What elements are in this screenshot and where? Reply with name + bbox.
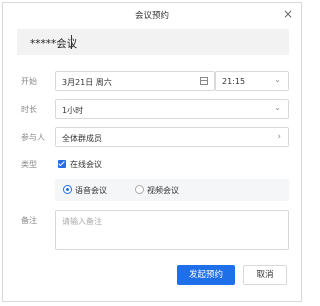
notes-placeholder: 请输入备注 — [62, 217, 102, 226]
duration-value: 1小时 — [62, 106, 84, 115]
meeting-mode-group: 语音会议 视频会议 — [55, 179, 289, 201]
participants-selector[interactable]: 全体群成员 › — [55, 127, 289, 147]
submit-booking-button[interactable]: 发起预约 — [177, 265, 235, 285]
voice-meeting-radio[interactable] — [63, 185, 72, 194]
online-meeting-checkbox[interactable] — [58, 160, 66, 168]
chevron-right-icon: › — [277, 132, 281, 142]
start-time-select[interactable]: 21:15 ⌄ — [215, 71, 289, 91]
start-date-picker[interactable]: 3月21日 周六 — [55, 71, 215, 91]
cancel-button[interactable]: 取消 — [243, 265, 287, 285]
online-meeting-label[interactable]: 在线会议 — [70, 159, 102, 170]
text-cursor — [71, 35, 72, 49]
duration-label: 时长 — [21, 105, 37, 114]
start-label: 开始 — [21, 77, 37, 86]
duration-select[interactable]: 1小时 ⌄ — [55, 99, 289, 119]
video-meeting-radio[interactable] — [135, 185, 144, 194]
notes-label: 备注 — [21, 216, 37, 225]
voice-meeting-label[interactable]: 语音会议 — [75, 185, 107, 196]
chevron-down-icon: ⌄ — [274, 75, 281, 84]
video-meeting-label[interactable]: 视频会议 — [147, 185, 179, 196]
meeting-booking-dialog: 会议预约 × *****会议 开始 3月21日 周六 21:15 ⌄ 时长 1小… — [2, 2, 302, 302]
dialog-title: 会议预约 — [134, 11, 169, 21]
type-label: 类型 — [21, 160, 37, 169]
title-bar: 会议预约 × — [3, 3, 301, 27]
notes-textarea[interactable]: 请输入备注 — [55, 210, 289, 250]
close-icon[interactable]: × — [283, 7, 293, 21]
start-time-value: 21:15 — [222, 77, 246, 86]
participants-value: 全体群成员 — [62, 134, 102, 143]
chevron-down-icon: ⌄ — [274, 103, 281, 112]
subject-input[interactable]: *****会议 — [17, 29, 289, 55]
start-date-value: 3月21日 周六 — [62, 78, 112, 87]
participants-label: 参与人 — [21, 133, 45, 142]
calendar-icon — [200, 77, 208, 85]
